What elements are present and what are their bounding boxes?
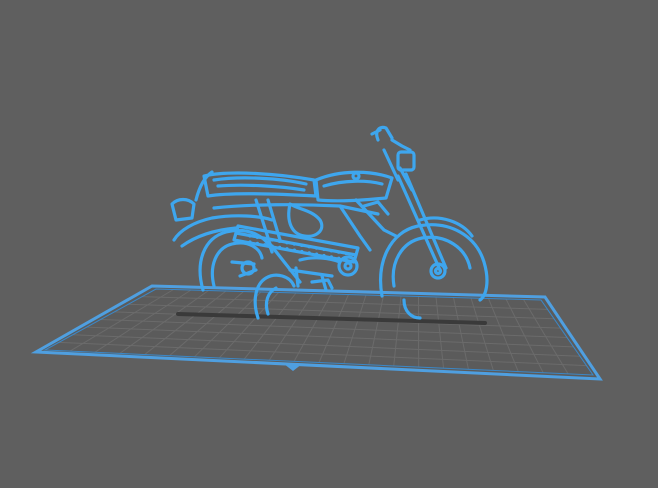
exhaust-hole: [255, 235, 259, 239]
exhaust-hole: [263, 237, 267, 241]
build-plate: [30, 284, 603, 381]
exhaust-hole: [278, 239, 282, 243]
exhaust-hole: [337, 256, 341, 260]
exhaust-hole: [248, 234, 252, 238]
3d-viewport[interactable]: [0, 0, 658, 488]
exhaust-hole: [344, 257, 348, 262]
fuel-tank: [314, 170, 394, 203]
exhaust-hole: [344, 251, 348, 256]
exhaust-hole: [322, 247, 326, 252]
exhaust-hole: [263, 243, 267, 247]
exhaust-hole: [329, 249, 333, 253]
exhaust-hole: [285, 247, 289, 251]
exhaust-hole: [285, 241, 289, 245]
exhaust-hole: [270, 244, 274, 248]
exhaust-hole: [307, 245, 311, 249]
exhaust-hole: [292, 242, 296, 246]
exhaust-hole: [329, 255, 333, 259]
exhaust-hole: [292, 248, 296, 252]
exhaust-hole: [300, 243, 304, 248]
exhaust-hole: [315, 246, 319, 250]
seat: [202, 171, 318, 198]
exhaust-hole: [322, 253, 326, 258]
exhaust-hole: [270, 238, 274, 242]
exhaust-hole: [315, 252, 319, 256]
scene-canvas[interactable]: [0, 0, 658, 488]
exhaust-hole: [278, 245, 282, 249]
exhaust-hole: [300, 249, 304, 254]
build-plate-front-marker: [284, 364, 302, 371]
exhaust-hole: [337, 250, 341, 254]
exhaust-hole: [248, 240, 252, 244]
exhaust-hole: [307, 251, 311, 255]
exhaust-hole: [255, 241, 259, 245]
